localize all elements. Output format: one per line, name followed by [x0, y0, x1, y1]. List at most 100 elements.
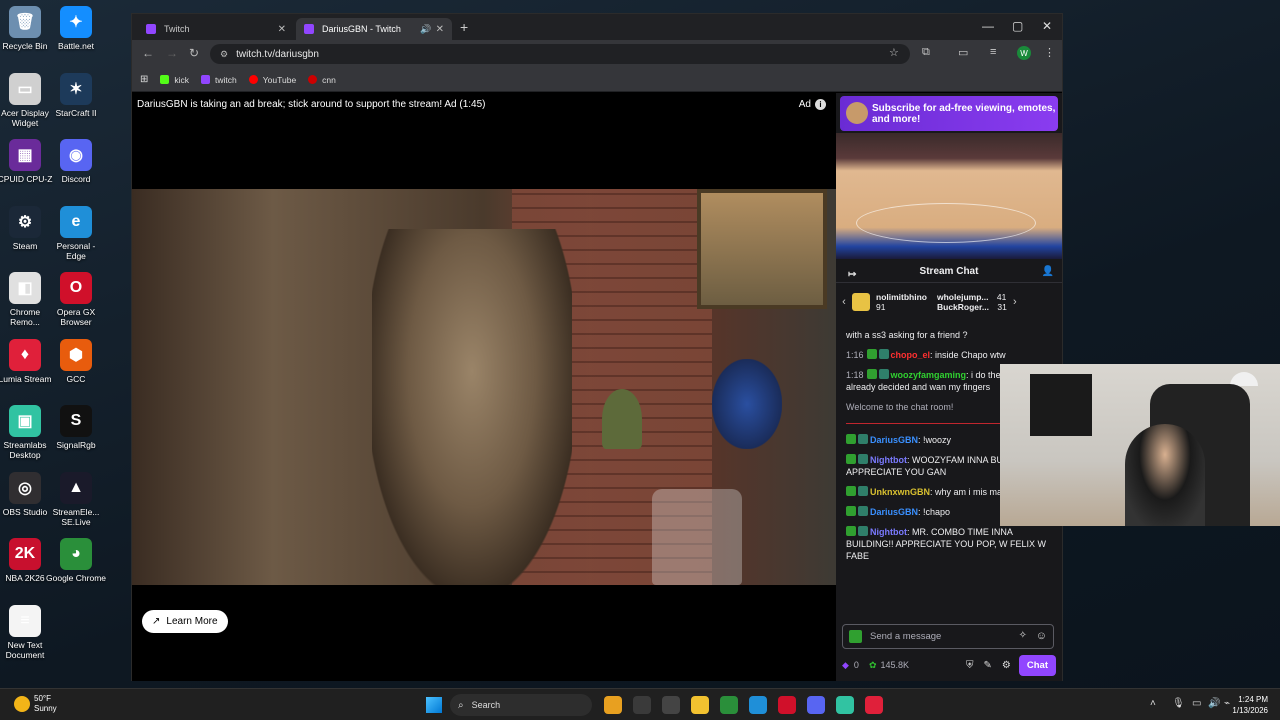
info-icon[interactable]: i — [815, 99, 826, 110]
desktop-icon[interactable]: ▲ StreamEle... SE.Live — [46, 471, 106, 527]
tab-label: DariusGBN - Twitch — [322, 24, 401, 34]
gear-icon[interactable]: ⚙ — [1002, 660, 1011, 671]
chat-input[interactable]: Send a message ✧ ☺ — [842, 624, 1054, 649]
chat-username[interactable]: woozyfamgaming — [891, 370, 967, 380]
emote-icon[interactable]: ☺ — [1036, 630, 1047, 642]
maximize-icon[interactable]: ▢ — [1012, 19, 1023, 33]
painting — [697, 189, 827, 309]
mic-icon[interactable]: 🎙 — [1172, 698, 1185, 709]
taskbar-app-icon[interactable] — [691, 696, 709, 714]
menu-icon[interactable]: ⋮ — [1044, 46, 1055, 59]
message-time: 1:18 — [846, 370, 864, 380]
volume-icon[interactable]: 🔊 — [1208, 698, 1220, 709]
url-text: twitch.tv/dariusgbn — [236, 48, 319, 60]
cast-icon[interactable]: ▭ — [958, 46, 968, 59]
tab-dariusgbn[interactable]: DariusGBN - Twitch 🔊 ✕ — [296, 18, 452, 40]
desktop-icon-label: Personal - Edge — [56, 240, 96, 261]
chat-send-button[interactable]: Chat — [1018, 654, 1056, 676]
close-tab-icon[interactable]: ✕ — [278, 24, 286, 35]
chat-username[interactable]: DariusGBN — [870, 507, 918, 517]
desktop-icon[interactable]: ⬢ GCC — [46, 338, 106, 384]
taskbar: 50°F Sunny ⌕ Search ˄ 🎙 ▭ 🔊 ⌁ 1:24 PM 1/… — [0, 688, 1280, 720]
desktop-icon[interactable]: e Personal - Edge — [46, 205, 106, 261]
media-icon[interactable]: ≡ — [990, 46, 996, 58]
app-icon: ◧ — [9, 272, 41, 304]
chevron-left-icon[interactable]: ‹ — [836, 296, 852, 308]
desktop: 🗑 Recycle Bin ✦ Battle.net ▭ Acer Display Wid… — [0, 0, 1280, 688]
desktop-icon[interactable]: O Opera GX Browser — [46, 272, 106, 327]
community-icon[interactable]: 👤 — [1042, 266, 1054, 277]
back-icon[interactable]: ← — [142, 46, 154, 60]
channel-points-icon[interactable]: ✿ — [869, 660, 877, 671]
close-tab-icon[interactable]: ✕ — [436, 24, 444, 35]
sparkle-icon[interactable]: ✧ — [1019, 630, 1027, 641]
bookmark-star-icon[interactable]: ☆ — [889, 46, 899, 59]
shield-icon[interactable]: ⛨ — [966, 660, 974, 671]
learn-more-button[interactable]: ↗ Learn More — [142, 610, 228, 633]
coyote — [372, 229, 572, 585]
mini-player[interactable] — [836, 133, 1062, 259]
extensions-icon[interactable]: ⧉ — [922, 46, 930, 59]
bookmark-kick[interactable]: kick — [160, 75, 189, 85]
ad-tag: Ad i — [799, 99, 826, 110]
pen-icon[interactable]: ✎ — [984, 660, 992, 671]
desktop-icon[interactable]: ◉ Discord — [46, 139, 106, 184]
close-window-icon[interactable]: ✕ — [1042, 19, 1052, 33]
apps-icon[interactable]: ⊞ — [140, 74, 148, 85]
taskbar-app-icon[interactable] — [662, 696, 680, 714]
subscribe-promo[interactable]: Subscribe for ad-free viewing, emotes, a… — [840, 96, 1058, 131]
gifters-right: wholejump... 41 BuckRoger... 31 — [937, 292, 1007, 312]
taskbar-app-icon[interactable] — [865, 696, 883, 714]
chevron-up-icon[interactable]: ˄ — [1150, 698, 1156, 709]
desktop-icon[interactable]: S SignalRgb — [46, 405, 106, 450]
app-icon: ≡ — [9, 604, 41, 637]
bookmark-cnn[interactable]: cnn — [308, 75, 336, 85]
ad-banner: DariusGBN is taking an ad break; stick a… — [137, 99, 486, 110]
chat-username[interactable]: UnknxwnGBN — [870, 487, 930, 497]
site-info-icon[interactable]: ⚙ — [220, 49, 228, 60]
chat-username[interactable]: Nightbot — [870, 455, 907, 465]
video-player[interactable]: DariusGBN is taking an ad break; stick a… — [132, 93, 836, 681]
desktop-icon-label: New Text Document — [5, 639, 45, 660]
gifter-2[interactable]: wholejump... 41 — [937, 292, 1007, 302]
reload-icon[interactable]: ↻ — [189, 46, 199, 60]
minimize-icon[interactable]: — — [982, 19, 994, 33]
taskbar-app-icon[interactable] — [778, 696, 796, 714]
chat-username[interactable]: Nightbot — [870, 527, 907, 537]
bookmark-twitch[interactable]: twitch — [201, 75, 237, 85]
taskbar-search[interactable]: ⌕ Search — [450, 694, 592, 716]
forward-icon[interactable]: → — [166, 46, 178, 60]
collapse-chat-icon[interactable]: ↦ — [848, 269, 856, 280]
taskbar-app-icon[interactable] — [604, 696, 622, 714]
desktop-icon-label: Steam — [12, 240, 38, 251]
taskbar-app-icon[interactable] — [749, 696, 767, 714]
start-icon[interactable] — [426, 697, 442, 713]
desktop-icon[interactable]: ≡ New Text Document — [0, 604, 55, 660]
taskbar-app-icon[interactable] — [836, 696, 854, 714]
taskbar-app-icon[interactable] — [720, 696, 738, 714]
address-bar[interactable]: ⚙ twitch.tv/dariusgbn — [210, 44, 910, 64]
speaker-icon[interactable]: 🔊 — [420, 24, 431, 35]
taskbar-app-icon[interactable] — [807, 696, 825, 714]
bookmark-label: cnn — [322, 74, 336, 85]
weather-widget[interactable]: 50°F Sunny — [14, 694, 57, 714]
clock[interactable]: 1:24 PM 1/13/2026 — [1232, 694, 1268, 716]
bits-icon[interactable]: ◆ — [842, 660, 849, 671]
chevron-right-icon[interactable]: › — [1007, 296, 1023, 308]
battery-icon[interactable]: ⌁ — [1224, 698, 1230, 709]
desktop-icon[interactable]: ✦ Battle.net — [46, 6, 106, 51]
chat-username[interactable]: DariusGBN — [870, 435, 918, 445]
gifter-1[interactable]: nolimitbhino 91 — [876, 292, 927, 312]
gifter-3[interactable]: BuckRoger... 31 — [937, 302, 1007, 312]
desktop-icon[interactable]: ✶ StarCraft II — [46, 72, 106, 118]
message-time: 1:16 — [846, 350, 864, 360]
desktop-icon[interactable]: ◕ Google Chrome — [46, 538, 106, 583]
chat-username[interactable]: chopo_el — [891, 350, 931, 360]
bookmark-youtube[interactable]: YouTube — [248, 75, 296, 85]
sub-badge-icon — [858, 506, 868, 516]
new-tab-button[interactable]: + — [460, 19, 468, 35]
tab-twitch[interactable]: Twitch ✕ — [138, 18, 294, 40]
profile-avatar[interactable]: W — [1017, 46, 1031, 60]
network-icon[interactable]: ▭ — [1192, 698, 1201, 709]
taskbar-app-icon[interactable] — [633, 696, 651, 714]
